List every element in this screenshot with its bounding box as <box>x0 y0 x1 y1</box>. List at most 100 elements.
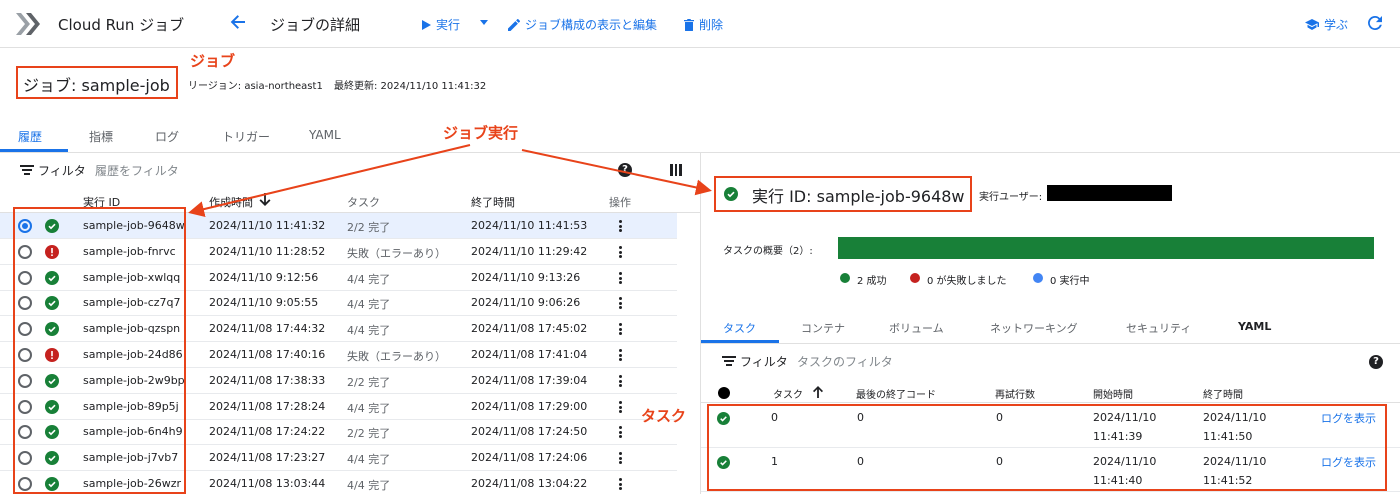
cell-created-time: 2024/11/08 17:28:24 <box>209 400 326 413</box>
cell-end-time: 2024/11/08 17:24:50 <box>471 425 588 438</box>
tab-metrics[interactable]: 指標 <box>89 128 113 145</box>
legend-running-dot <box>1033 273 1043 283</box>
right-tabs-divider <box>700 343 1400 344</box>
task-table-header <box>701 381 1400 403</box>
edit-job-config-button[interactable]: ジョブ構成の表示と編集 <box>508 16 657 33</box>
execution-list-annotation-box <box>13 207 186 494</box>
back-arrow-icon[interactable] <box>228 12 248 32</box>
run-button-label: 実行 <box>436 18 461 32</box>
learn-button-label: 学ぶ <box>1324 18 1349 32</box>
left-filter-input[interactable]: 履歴をフィルタ <box>95 162 179 179</box>
tab-networking[interactable]: ネットワーキング <box>990 320 1078 336</box>
task-progress-bar <box>838 237 1374 259</box>
tab-security[interactable]: セキュリティ <box>1126 320 1191 336</box>
task-summary-label: タスクの概要（2）: <box>723 246 813 257</box>
header-start-time: 開始時間 <box>1093 390 1133 401</box>
legend-success-dot <box>840 273 850 283</box>
learn-button[interactable]: 学ぶ <box>1305 16 1348 33</box>
task-filter-input[interactable]: タスクのフィルタ <box>797 353 893 370</box>
tab-triggers[interactable]: トリガー <box>222 128 270 145</box>
task-progress-fill <box>838 237 1374 259</box>
more-actions-icon[interactable] <box>619 401 622 413</box>
run-dropdown-icon[interactable] <box>480 20 488 26</box>
tab-containers[interactable]: コンテナ <box>801 320 845 336</box>
more-actions-icon[interactable] <box>619 297 622 309</box>
cell-created-time: 2024/11/08 17:38:33 <box>209 374 326 387</box>
header-retries: 再試行数 <box>995 390 1035 401</box>
more-actions-icon[interactable] <box>619 220 622 232</box>
cell-tasks: 2/2 完了 <box>347 221 391 234</box>
legend-success: 2 成功 <box>857 276 887 287</box>
more-actions-icon[interactable] <box>619 452 622 464</box>
app-title: Cloud Run ジョブ <box>58 16 185 34</box>
column-display-icon[interactable] <box>670 164 682 176</box>
filter-icon[interactable] <box>20 165 34 175</box>
tab-history[interactable]: 履歴 <box>18 128 42 145</box>
refresh-icon[interactable] <box>1368 16 1382 30</box>
cell-tasks: 4/4 完了 <box>347 453 391 466</box>
edit-job-config-label: ジョブ構成の表示と編集 <box>525 18 658 32</box>
sort-down-arrow-icon[interactable] <box>259 193 271 206</box>
cell-tasks: 2/2 完了 <box>347 427 391 440</box>
execution-user-label: 実行ユーザー: <box>979 192 1043 203</box>
task-annotation-box <box>707 404 1387 491</box>
cell-created-time: 2024/11/08 17:23:27 <box>209 451 326 464</box>
more-actions-icon[interactable] <box>619 349 622 361</box>
cloud-run-logo-icon <box>16 13 40 35</box>
more-actions-icon[interactable] <box>619 375 622 387</box>
more-actions-icon[interactable] <box>619 246 622 258</box>
tab-right-yaml[interactable]: YAML <box>1238 320 1271 333</box>
legend-failed: 0 が失敗しました <box>927 276 1007 287</box>
tab-yaml[interactable]: YAML <box>309 128 341 142</box>
redacted-user <box>1047 185 1172 201</box>
annotation-job: ジョブ <box>190 52 236 70</box>
run-button[interactable]: 実行 <box>422 16 460 33</box>
trash-icon <box>684 18 694 31</box>
cell-tasks: 4/4 完了 <box>347 402 391 415</box>
cell-end-time: 2024/11/10 9:13:26 <box>471 271 581 284</box>
cell-created-time: 2024/11/10 9:05:55 <box>209 296 319 309</box>
cell-end-time: 2024/11/10 11:29:42 <box>471 245 588 258</box>
cell-created-time: 2024/11/10 11:41:32 <box>209 219 326 232</box>
cell-tasks: 失敗（エラーあり） <box>347 350 446 363</box>
task-filter-icon[interactable] <box>722 356 736 366</box>
cell-end-time: 2024/11/10 9:06:26 <box>471 296 581 309</box>
help-icon[interactable]: ? <box>618 163 632 177</box>
header-created-time[interactable]: 作成時間 <box>209 194 253 210</box>
page-title: ジョブの詳細 <box>270 16 361 34</box>
cell-tasks: 4/4 完了 <box>347 324 391 337</box>
header-tasks: タスク <box>347 196 380 209</box>
more-actions-icon[interactable] <box>619 478 622 490</box>
play-icon <box>422 19 431 30</box>
tab-tasks[interactable]: タスク <box>723 320 756 336</box>
job-region: リージョン: asia-northeast1 <box>188 81 323 92</box>
cell-end-time: 2024/11/08 17:29:00 <box>471 400 588 413</box>
delete-button[interactable]: 削除 <box>684 16 723 33</box>
legend-failed-dot <box>910 273 920 283</box>
tab-volumes[interactable]: ボリューム <box>889 320 944 336</box>
cell-created-time: 2024/11/10 11:28:52 <box>209 245 326 258</box>
task-help-icon[interactable]: ? <box>1369 355 1383 369</box>
annotation-task: タスク <box>641 407 687 425</box>
left-filter-label[interactable]: フィルタ <box>38 162 86 179</box>
tab-logs[interactable]: ログ <box>155 128 179 145</box>
header-task-end-time: 終了時間 <box>1203 390 1243 401</box>
more-actions-icon[interactable] <box>619 426 622 438</box>
cell-tasks: 4/4 完了 <box>347 273 391 286</box>
more-actions-icon[interactable] <box>619 323 622 335</box>
execution-success-icon <box>724 187 738 201</box>
status-column-icon <box>718 387 730 399</box>
cell-created-time: 2024/11/10 9:12:56 <box>209 271 319 284</box>
right-filter-label[interactable]: フィルタ <box>740 353 788 370</box>
sort-up-arrow-icon[interactable] <box>812 386 824 398</box>
cell-tasks: 4/4 完了 <box>347 298 391 311</box>
cell-end-time: 2024/11/08 17:39:04 <box>471 374 588 387</box>
graduation-cap-icon <box>1305 19 1319 30</box>
cell-created-time: 2024/11/08 17:24:22 <box>209 425 326 438</box>
cell-end-time: 2024/11/08 17:24:06 <box>471 451 588 464</box>
execution-title: 実行 ID: sample-job-9648w <box>752 187 965 206</box>
more-actions-icon[interactable] <box>619 272 622 284</box>
header-task[interactable]: タスク <box>773 386 803 401</box>
cell-end-time: 2024/11/08 13:04:22 <box>471 477 588 490</box>
cell-tasks: 失敗（エラーあり） <box>347 247 446 260</box>
